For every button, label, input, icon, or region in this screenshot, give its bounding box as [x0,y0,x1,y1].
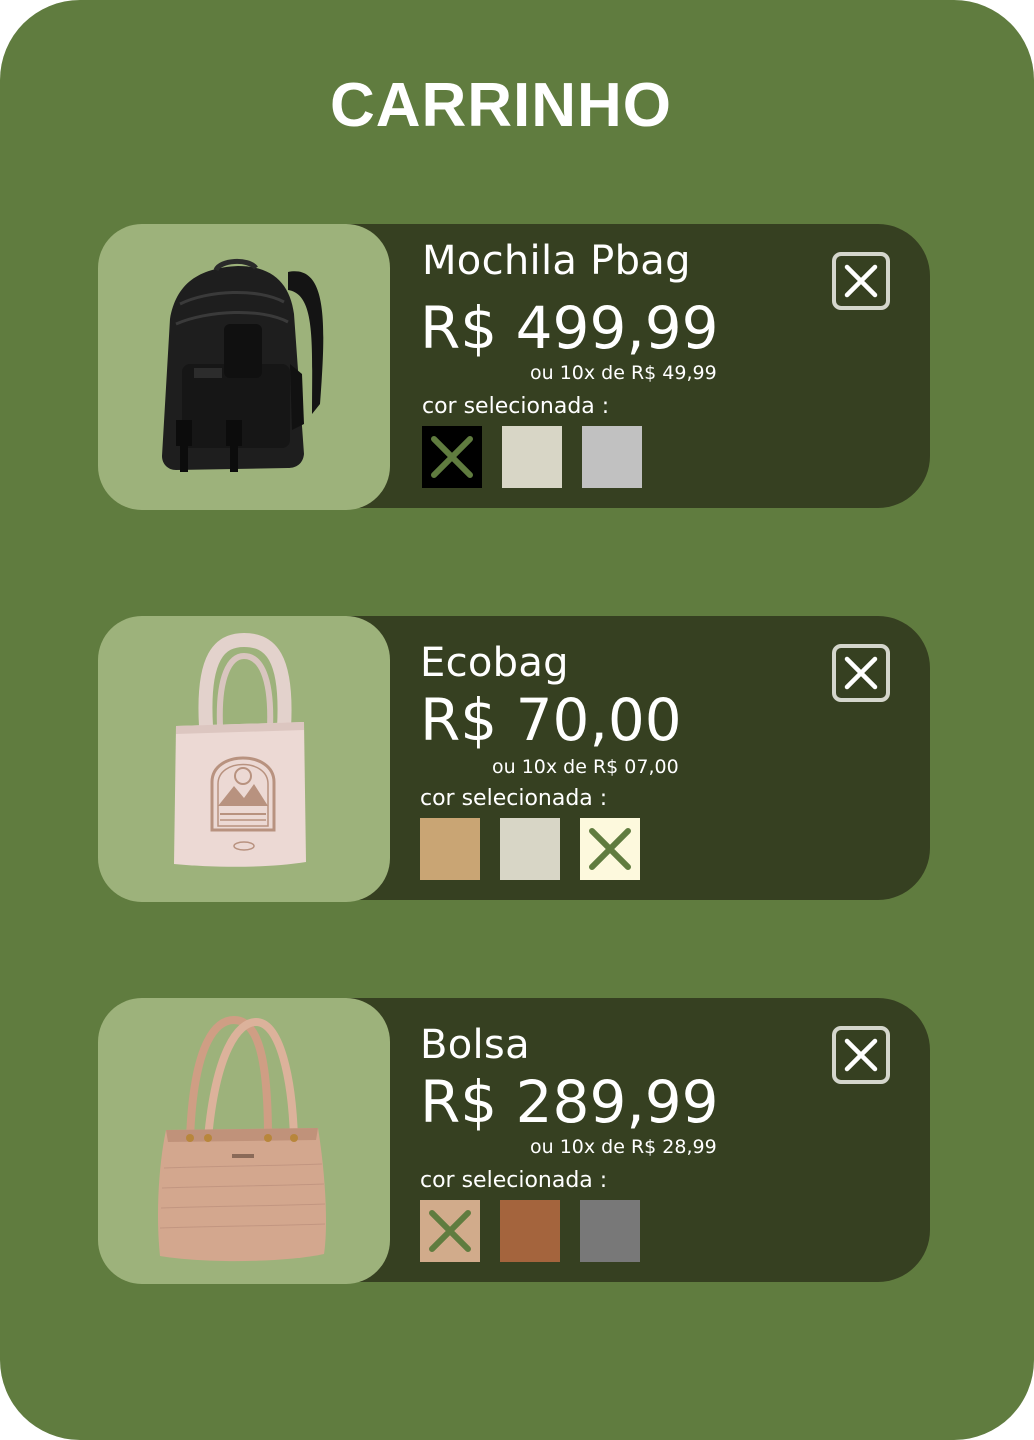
remove-item-button[interactable] [832,252,890,310]
product-price: R$ 289,99 [420,1068,719,1136]
selected-check-icon [589,828,631,870]
color-swatch-beige[interactable] [500,818,560,880]
selected-check-icon [431,436,473,478]
cart-item-mochila: Mochila Pbag R$ 499,99 ou 10x de R$ 49,9… [98,224,930,510]
color-swatch-cream[interactable] [580,818,640,880]
backpack-image [162,259,324,472]
product-installments: ou 10x de R$ 49,99 [530,362,717,384]
selected-color-label: cor selecionada : [420,786,608,811]
cart-item-ecobag: Ecobag R$ 70,00 ou 10x de R$ 07,00 cor s… [98,616,930,902]
selected-check-icon [429,1210,471,1252]
product-name: Mochila Pbag [422,238,691,284]
color-swatch-nude[interactable] [420,1200,480,1262]
color-swatch-beige[interactable] [502,426,562,488]
selected-color-label: cor selecionada : [422,394,610,419]
color-swatch-black[interactable] [422,426,482,488]
product-name: Bolsa [420,1022,530,1068]
cart-panel: CARRINHO Mochila Pbag R$ 499,99 ou 10x d… [0,0,1034,1440]
remove-item-button[interactable] [832,1026,890,1084]
product-image[interactable] [98,224,390,510]
product-price: R$ 499,99 [420,294,719,362]
color-swatch-tan[interactable] [420,818,480,880]
product-installments: ou 10x de R$ 07,00 [492,756,679,778]
product-price: R$ 70,00 [420,686,682,754]
product-installments: ou 10x de R$ 28,99 [530,1136,717,1158]
product-image[interactable] [98,616,390,902]
cart-item-bolsa: Bolsa R$ 289,99 ou 10x de R$ 28,99 cor s… [98,998,930,1284]
close-icon [844,264,878,298]
remove-item-button[interactable] [832,644,890,702]
page-title: CARRINHO [329,71,673,140]
close-icon [844,1038,878,1072]
tote-bag-image [174,632,306,867]
handbag-image [158,1015,326,1262]
color-swatch-brown[interactable] [500,1200,560,1262]
close-icon [844,656,878,690]
color-swatch-gray[interactable] [580,1200,640,1262]
product-image[interactable] [98,998,390,1284]
selected-color-label: cor selecionada : [420,1168,608,1193]
color-swatch-gray[interactable] [582,426,642,488]
product-name: Ecobag [420,640,569,686]
